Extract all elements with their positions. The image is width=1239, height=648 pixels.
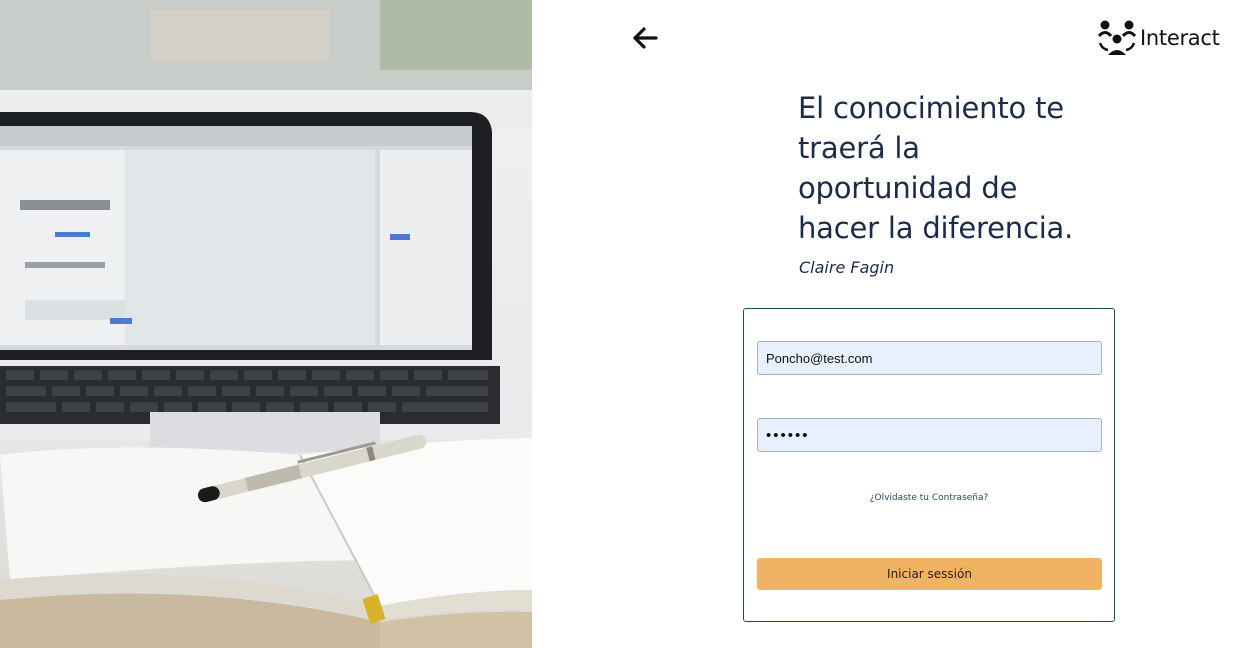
- back-button[interactable]: [630, 24, 660, 52]
- forgot-password-link[interactable]: ¿Olvidaste tu Contraseña?: [744, 493, 1114, 503]
- password-input[interactable]: [757, 418, 1102, 452]
- quote-line: traerá la: [798, 131, 920, 165]
- quote-text: El conocimiento te traerá la oportunidad…: [798, 88, 1098, 248]
- quote-line: El conocimiento te: [798, 91, 1064, 125]
- people-group-icon: [1098, 20, 1136, 55]
- quote-line: hacer la diferencia.: [798, 211, 1074, 245]
- quote-author: Claire Fagin: [799, 258, 895, 277]
- brand-logo[interactable]: Interact: [1098, 19, 1220, 57]
- logo-text: Interact: [1140, 26, 1220, 50]
- hero-photo: [0, 0, 532, 648]
- quote-line: oportunidad de: [798, 171, 1018, 205]
- login-button[interactable]: Iniciar sessión: [757, 558, 1102, 590]
- arrow-left-icon: [633, 27, 658, 49]
- login-form: ¿Olvidaste tu Contraseña? Iniciar sessió…: [743, 308, 1115, 622]
- email-input[interactable]: [757, 341, 1102, 375]
- laptop-notebook-illustration: [0, 0, 532, 648]
